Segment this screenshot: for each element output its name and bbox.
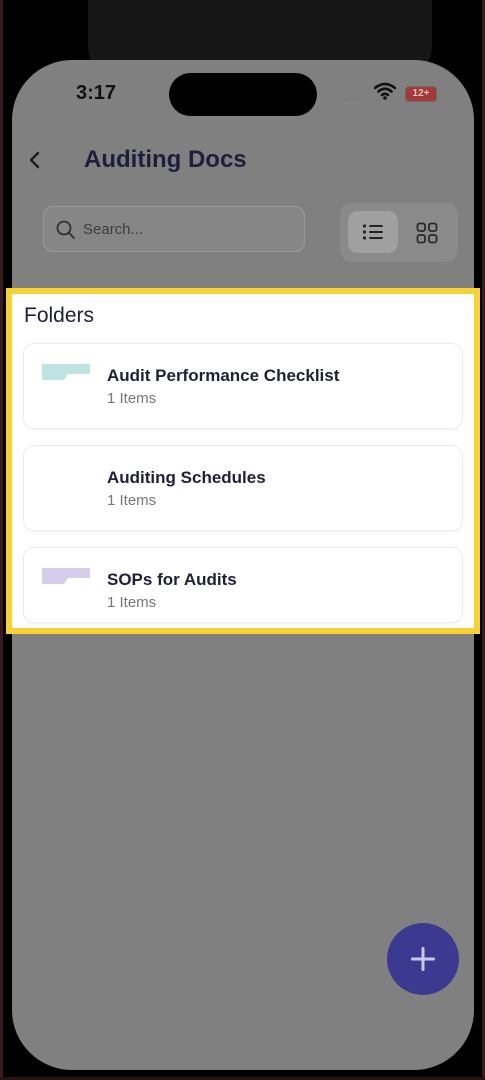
search-input[interactable]: Search... — [43, 206, 305, 252]
folder-item-count: 1 Items — [107, 594, 157, 611]
list-view-button[interactable] — [348, 211, 398, 253]
view-toggle — [340, 203, 458, 262]
signal-dots: .... — [343, 89, 361, 103]
folder-item-count: 1 Items — [107, 390, 157, 407]
page-title: Auditing Docs — [84, 146, 247, 173]
search-placeholder: Search... — [83, 221, 144, 238]
folders-heading: Folders — [24, 304, 95, 327]
folder-name: Auditing Schedules — [107, 468, 266, 487]
folder-item-count: 1 Items — [107, 492, 157, 509]
folder-card[interactable]: Audit Performance Checklist 1 Items — [24, 344, 462, 428]
folder-name: SOPs for Audits — [107, 570, 237, 589]
folder-card[interactable]: Auditing Schedules 1 Items — [24, 446, 462, 530]
battery-indicator: 12+ — [405, 86, 437, 102]
folders-highlight: Folders Audit Performance Checklist 1 It… — [6, 288, 480, 634]
folder-card[interactable]: SOPs for Audits 1 Items — [24, 548, 462, 622]
grid-view-button[interactable] — [402, 211, 452, 253]
list-icon — [362, 224, 383, 240]
back-chevron-icon — [29, 151, 40, 169]
folder-icon — [42, 364, 90, 380]
add-folder-button[interactable] — [387, 923, 459, 995]
status-bar: 3:17 .... 12+ — [12, 60, 474, 130]
plus-icon — [411, 947, 435, 971]
dynamic-island — [169, 73, 317, 116]
folder-icon — [42, 568, 90, 584]
status-time: 3:17 — [76, 82, 117, 104]
folder-name: Audit Performance Checklist — [107, 366, 340, 385]
grid-icon — [416, 222, 438, 244]
window-edge-left — [0, 0, 3, 1080]
search-icon — [56, 220, 75, 239]
wifi-icon — [374, 82, 396, 100]
back-button[interactable] — [28, 148, 52, 178]
